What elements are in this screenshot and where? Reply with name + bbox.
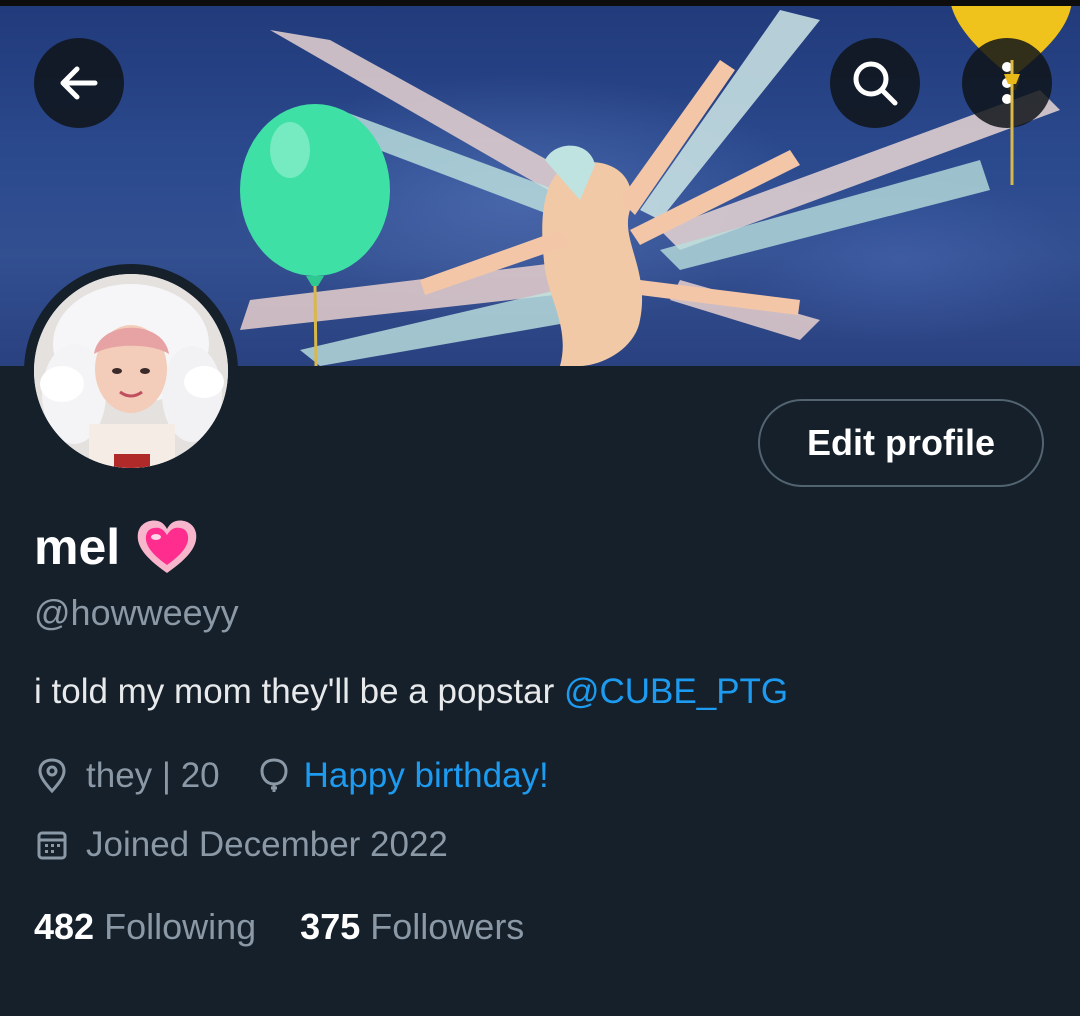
birthday-link[interactable]: Happy birthday! — [304, 756, 549, 796]
profile-meta-row: they | 20 Happy birthday! — [34, 756, 549, 796]
display-name: mel — [34, 519, 121, 575]
back-button[interactable] — [34, 38, 124, 128]
joined-text: Joined December 2022 — [86, 825, 448, 864]
following-label: Following — [104, 906, 257, 947]
avatar-photo — [34, 274, 228, 468]
avatar-ring — [24, 264, 238, 478]
location-pin-icon — [34, 758, 70, 794]
status-bar-strip — [0, 0, 1080, 6]
arrow-left-icon — [60, 66, 98, 100]
search-icon — [853, 61, 898, 106]
bio-text: i told my mom they'll be a popstar — [34, 672, 564, 711]
avatar[interactable] — [34, 274, 228, 468]
followers-link[interactable]: 375 Followers — [300, 906, 524, 948]
heart-emoji-icon — [137, 520, 197, 573]
profile-handle: @howweeyy — [34, 592, 239, 633]
following-count: 482 — [34, 906, 95, 947]
profile-stats: 482 Following 375 Followers — [34, 906, 524, 948]
calendar-icon — [34, 827, 70, 863]
bio-mention-link[interactable]: @CUBE_PTG — [564, 672, 788, 711]
profile-bio: i told my mom they'll be a popstar @CUBE… — [34, 672, 788, 712]
followers-count: 375 — [300, 906, 361, 947]
followers-label: Followers — [370, 906, 525, 947]
following-link[interactable]: 482 Following — [34, 906, 256, 948]
edit-profile-button[interactable]: Edit profile — [758, 399, 1044, 487]
balloon-icon — [256, 758, 292, 794]
location-text: they | 20 — [86, 756, 220, 795]
search-button[interactable] — [830, 38, 920, 128]
profile-name: mel — [34, 512, 200, 582]
balloon-string — [1004, 60, 1020, 185]
profile-joined-row: Joined December 2022 — [34, 825, 448, 865]
